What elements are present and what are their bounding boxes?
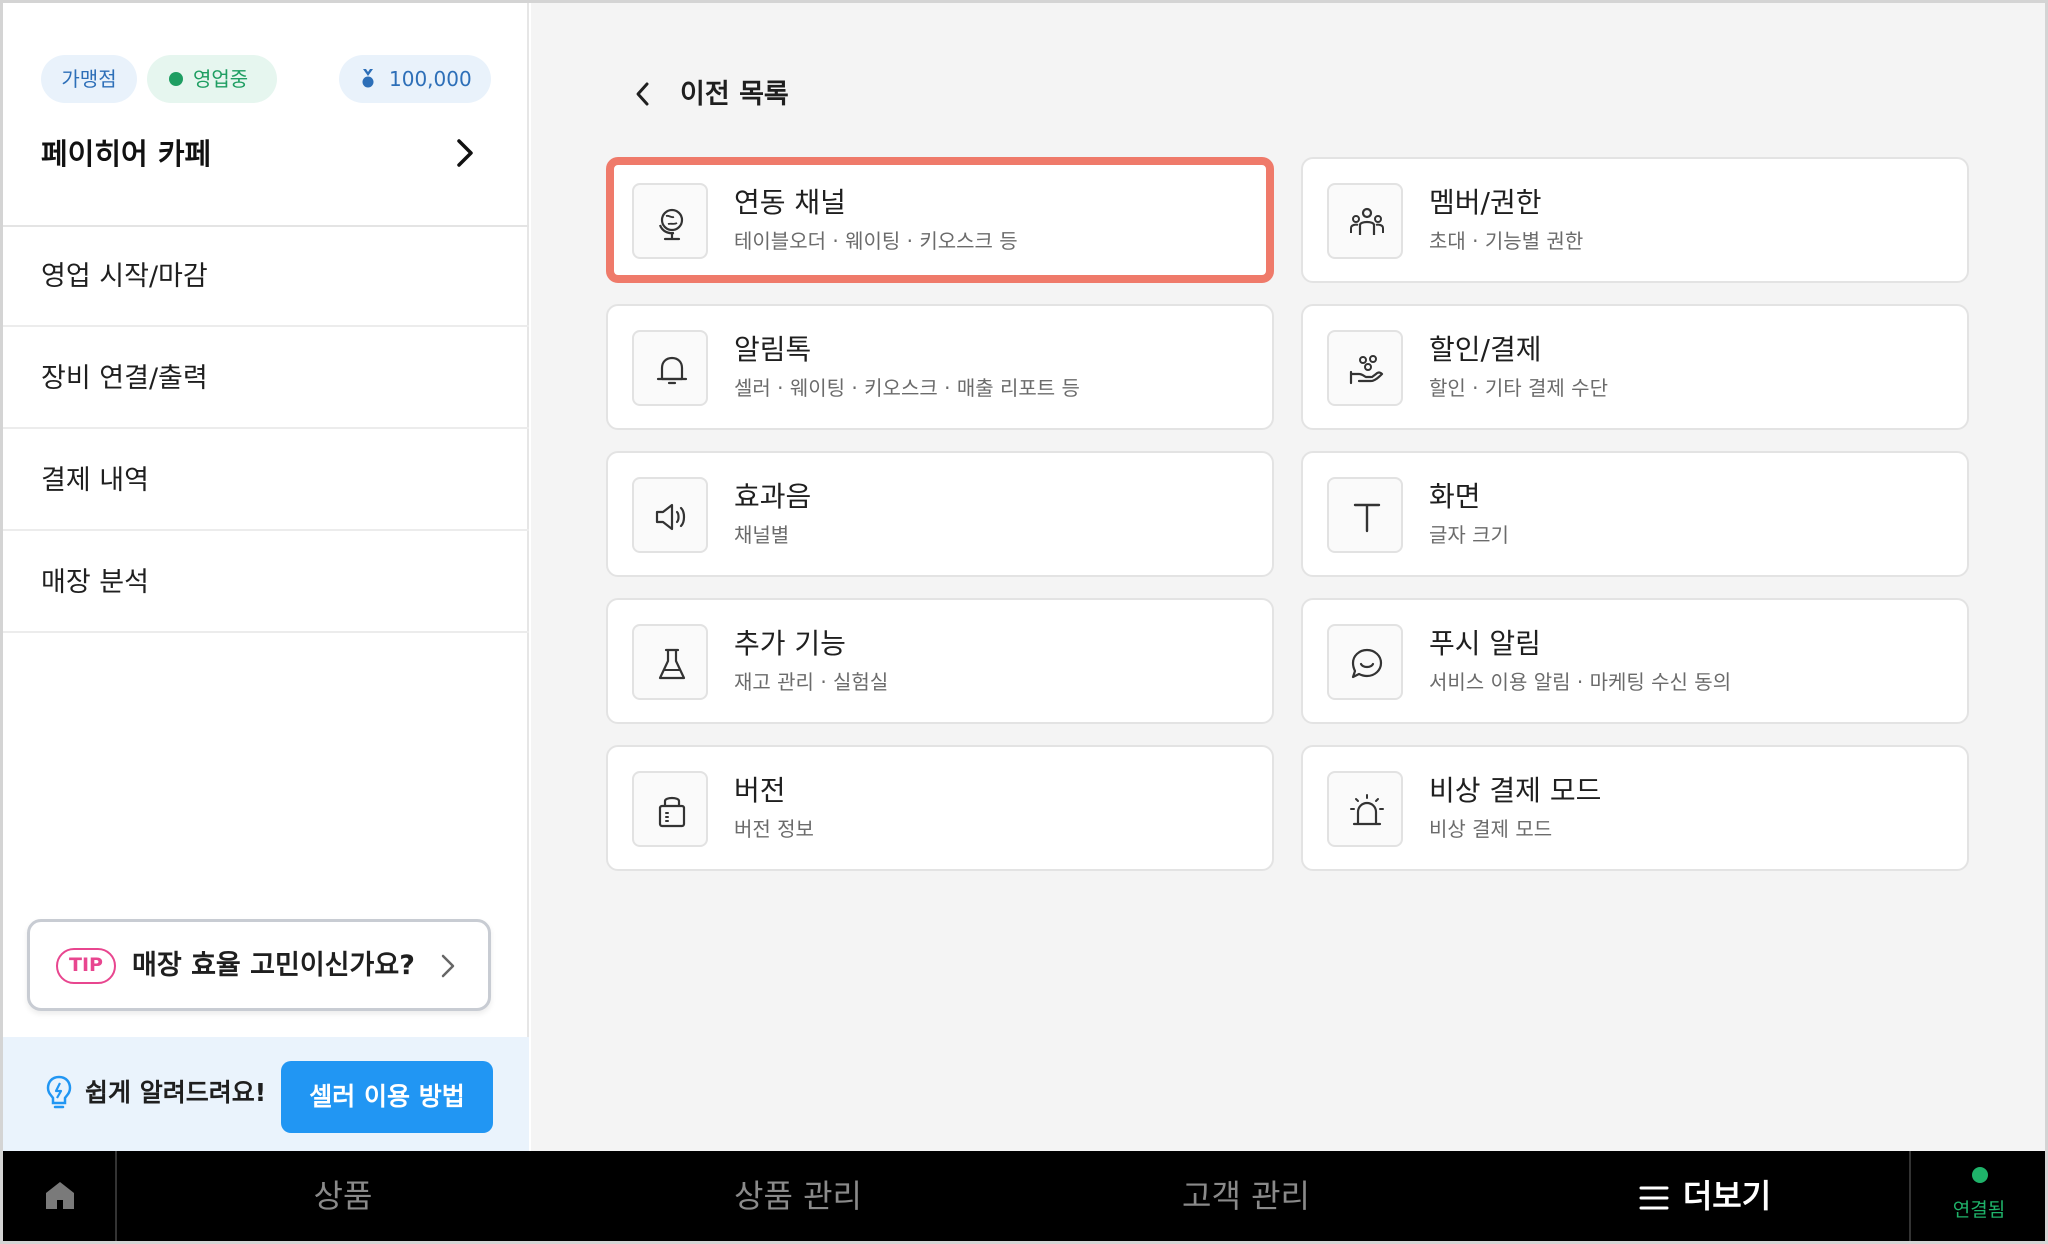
- connection-status: 연결됨: [1909, 1151, 2045, 1241]
- card-title: 멤버/권한: [1429, 186, 1542, 219]
- home-icon: [46, 1182, 74, 1209]
- card-title: 화면: [1429, 480, 1481, 513]
- bell-icon: [656, 356, 688, 385]
- icon-box: [632, 771, 708, 847]
- tip-text: 매장 효율 고민이신가요?: [132, 950, 415, 981]
- icon-box: [632, 183, 708, 259]
- hand-coins-icon: [1349, 355, 1384, 385]
- card-title: 효과음: [734, 480, 812, 513]
- users-icon: [1350, 207, 1384, 235]
- sidebar-item-payment-history[interactable]: 결제 내역: [3, 431, 529, 531]
- settings-card-push-notifications[interactable]: 푸시 알림 서비스 이용 알림 · 마케팅 수신 동의: [1301, 598, 1969, 724]
- tip-badge: TIP: [56, 948, 116, 984]
- settings-card-version[interactable]: 버전 버전 정보: [606, 745, 1274, 871]
- status-badge: 영업중: [147, 55, 277, 103]
- settings-card-emergency-payment[interactable]: 비상 결제 모드 비상 결제 모드: [1301, 745, 1969, 871]
- sidebar-item-business-open-close[interactable]: 영업 시작/마감: [3, 227, 529, 327]
- icon-box: [632, 477, 708, 553]
- card-title: 버전: [734, 774, 786, 807]
- bag-icon: [658, 796, 686, 828]
- tab-customer-management[interactable]: 고객 관리: [1151, 1151, 1341, 1241]
- globe-icon: [658, 208, 684, 241]
- settings-card-alimtalk[interactable]: 알림톡 셀러 · 웨이팅 · 키오스크 · 매출 리포트 등: [606, 304, 1274, 430]
- help-bar: 쉽게 알려드려요! 셀러 이용 방법: [3, 1037, 529, 1151]
- icon-box: [1327, 771, 1403, 847]
- icon-box: [1327, 624, 1403, 700]
- connection-label: 연결됨: [1952, 1199, 2006, 1221]
- card-title: 할인/결제: [1429, 333, 1542, 366]
- tab-product-management[interactable]: 상품 관리: [703, 1151, 893, 1241]
- medal-icon: [362, 69, 374, 88]
- icon-box: [632, 330, 708, 406]
- card-subtitle: 서비스 이용 알림 · 마케팅 수신 동의: [1429, 670, 1732, 694]
- menu-icon: [1639, 1186, 1669, 1210]
- lightbulb-icon: [46, 1075, 72, 1109]
- settings-card-display[interactable]: 화면 글자 크기: [1301, 451, 1969, 577]
- card-title: 알림톡: [734, 333, 812, 366]
- card-subtitle: 채널별: [734, 523, 790, 547]
- card-title: 푸시 알림: [1429, 627, 1541, 660]
- back-label: 이전 목록: [680, 79, 789, 110]
- card-subtitle: 할인 · 기타 결제 수단: [1429, 376, 1608, 400]
- chat-smile-icon: [1351, 648, 1383, 679]
- card-subtitle: 셀러 · 웨이팅 · 키오스크 · 매출 리포트 등: [734, 376, 1080, 400]
- tab-more[interactable]: 더보기: [1615, 1151, 1795, 1241]
- chevron-left-icon: [636, 82, 649, 106]
- bottom-nav: 상품 상품 관리 고객 관리 더보기 연결됨: [3, 1151, 2045, 1241]
- card-subtitle: 글자 크기: [1429, 523, 1509, 547]
- help-text: 쉽게 알려드려요!: [85, 1078, 267, 1107]
- speaker-icon: [655, 503, 686, 531]
- settings-card-extra-features[interactable]: 추가 기능 재고 관리 · 실험실: [606, 598, 1274, 724]
- home-tab[interactable]: [3, 1151, 117, 1241]
- sidebar: 가맹점 영업중 100,000 페이히어 카페 영업 시작/마감 장비 연결/출…: [3, 3, 529, 1151]
- icon-box: [1327, 477, 1403, 553]
- chevron-right-icon[interactable]: [453, 137, 477, 169]
- text-size-icon: [1353, 503, 1381, 533]
- card-title: 연동 채널: [734, 186, 846, 219]
- icon-box: [632, 624, 708, 700]
- sidebar-item-device-connection[interactable]: 장비 연결/출력: [3, 329, 529, 429]
- settings-card-sound-effects[interactable]: 효과음 채널별: [606, 451, 1274, 577]
- franchise-badge: 가맹점: [41, 55, 137, 103]
- card-title: 비상 결제 모드: [1429, 774, 1602, 807]
- store-name[interactable]: 페이히어 카페: [41, 131, 211, 173]
- card-subtitle: 테이블오더 · 웨이팅 · 키오스크 등: [734, 229, 1018, 253]
- chevron-right-icon: [441, 954, 455, 978]
- flask-icon: [658, 648, 686, 680]
- store-chips: 가맹점 영업중 100,000: [41, 55, 491, 103]
- settings-card-members[interactable]: 멤버/권한 초대 · 기능별 권한: [1301, 157, 1969, 283]
- card-subtitle: 비상 결제 모드: [1429, 817, 1553, 841]
- main-panel: 이전 목록 연동 채널 테이블오더 · 웨이팅 · 키오스크 등 멤버/권한 초…: [531, 3, 2045, 1151]
- tip-card[interactable]: TIP 매장 효율 고민이신가요?: [27, 919, 491, 1011]
- status-label: 영업중: [193, 67, 249, 91]
- connection-dot-icon: [1972, 1167, 1988, 1183]
- settings-card-discount-payment[interactable]: 할인/결제 할인 · 기타 결제 수단: [1301, 304, 1969, 430]
- points-value: 100,000: [389, 67, 472, 91]
- points-badge[interactable]: 100,000: [339, 55, 491, 103]
- tab-products[interactable]: 상품: [293, 1151, 393, 1241]
- tab-more-label: 더보기: [1682, 1177, 1772, 1215]
- card-subtitle: 버전 정보: [734, 817, 814, 841]
- settings-card-linked-channels[interactable]: 연동 채널 테이블오더 · 웨이팅 · 키오스크 등: [606, 157, 1274, 283]
- icon-box: [1327, 330, 1403, 406]
- card-title: 추가 기능: [734, 627, 846, 660]
- icon-box: [1327, 183, 1403, 259]
- status-dot-icon: [169, 72, 183, 86]
- sidebar-item-store-analytics[interactable]: 매장 분석: [3, 533, 529, 633]
- seller-guide-button[interactable]: 셀러 이용 방법: [281, 1061, 493, 1133]
- card-subtitle: 초대 · 기능별 권한: [1429, 229, 1584, 253]
- siren-icon: [1350, 794, 1384, 826]
- card-subtitle: 재고 관리 · 실험실: [734, 670, 889, 694]
